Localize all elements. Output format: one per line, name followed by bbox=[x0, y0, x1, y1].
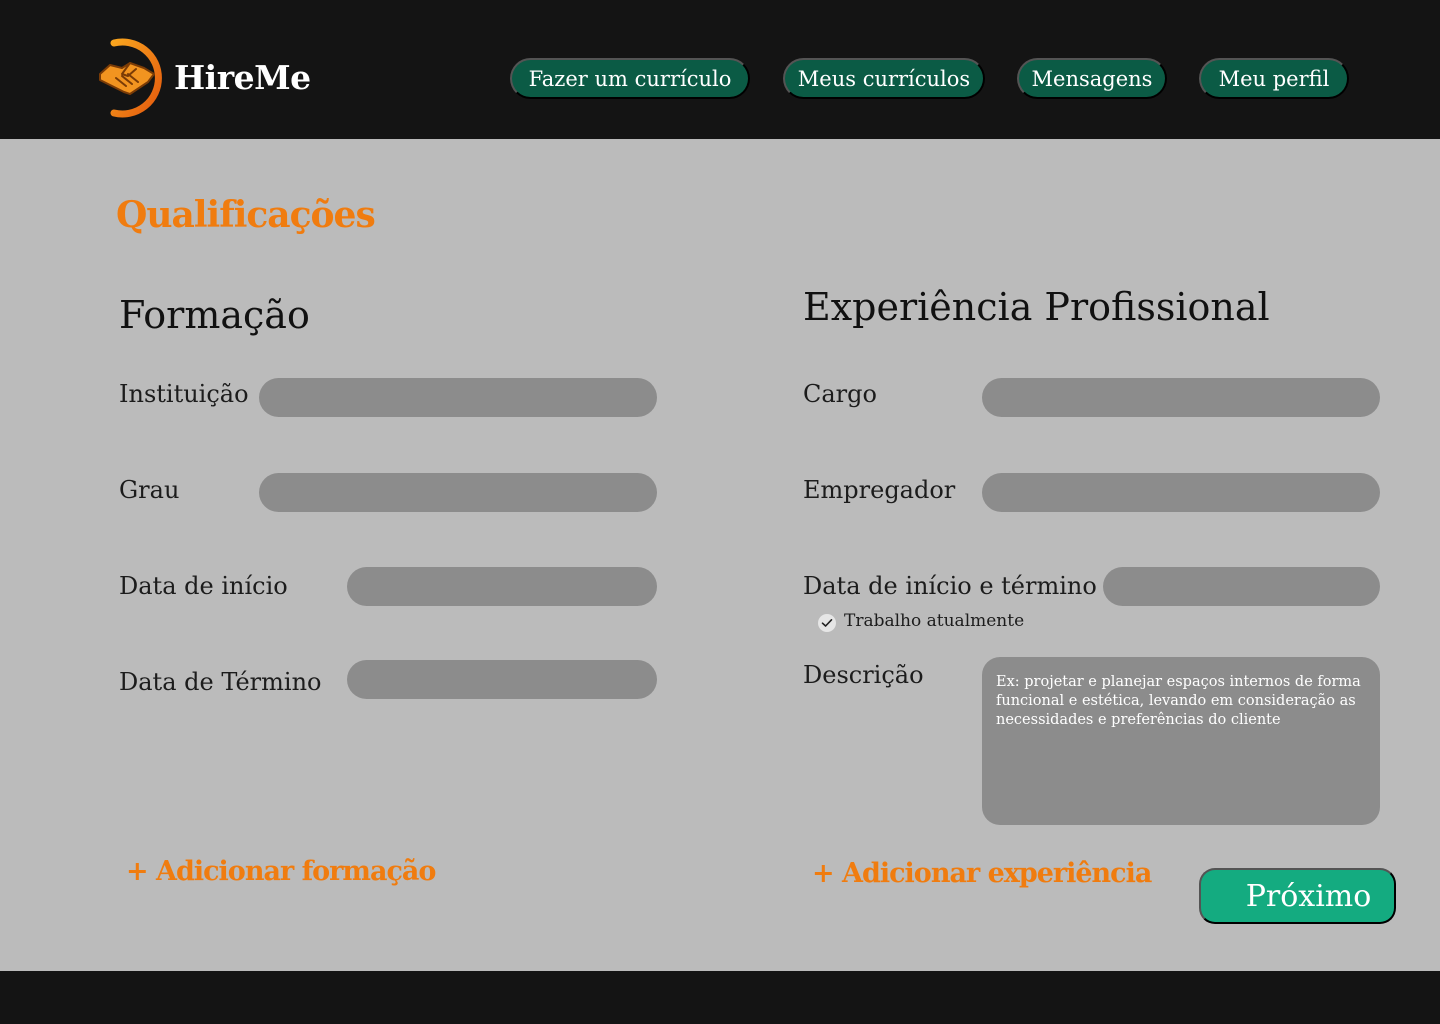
current-job-checkbox[interactable] bbox=[818, 614, 836, 632]
institution-label: Instituição bbox=[119, 380, 249, 408]
education-start-date-label: Data de início bbox=[119, 572, 288, 600]
add-education-link[interactable]: + Adicionar formação bbox=[126, 856, 436, 887]
description-label: Descrição bbox=[803, 661, 924, 689]
add-experience-link[interactable]: + Adicionar experiência bbox=[812, 858, 1152, 889]
next-button[interactable]: Próximo bbox=[1199, 868, 1396, 924]
nav-my-resumes-button[interactable]: Meus currículos bbox=[783, 58, 985, 99]
nav-messages-button[interactable]: Mensagens bbox=[1017, 58, 1167, 99]
degree-label: Grau bbox=[119, 476, 180, 504]
qualifications-form-area bbox=[0, 139, 1440, 971]
experience-date-range-label: Data de início e término bbox=[803, 572, 1097, 600]
job-title-label: Cargo bbox=[803, 380, 877, 408]
current-job-label: Trabalho atualmente bbox=[844, 611, 1025, 631]
education-section-title: Formação bbox=[119, 293, 310, 337]
degree-input[interactable] bbox=[259, 473, 657, 512]
top-navigation-bar: HireMe Fazer um currículo Meus currículo… bbox=[0, 0, 1440, 139]
page-title: Qualificações bbox=[116, 194, 376, 236]
description-textarea[interactable]: Ex: projetar e planejar espaços internos… bbox=[982, 657, 1380, 825]
footer-bar bbox=[0, 971, 1440, 1024]
education-start-date-input[interactable] bbox=[347, 567, 657, 606]
nav-my-profile-button[interactable]: Meu perfil bbox=[1199, 58, 1349, 99]
education-end-date-input[interactable] bbox=[347, 660, 657, 699]
nav-create-resume-button[interactable]: Fazer um currículo bbox=[510, 58, 750, 99]
job-title-input[interactable] bbox=[982, 378, 1380, 417]
brand-name[interactable]: HireMe bbox=[174, 58, 311, 97]
checkmark-icon bbox=[821, 619, 833, 627]
employer-input[interactable] bbox=[982, 473, 1380, 512]
education-end-date-label: Data de Término bbox=[119, 668, 322, 696]
experience-section-title: Experiência Profissional bbox=[803, 285, 1270, 329]
institution-input[interactable] bbox=[259, 378, 657, 417]
employer-label: Empregador bbox=[803, 476, 956, 504]
handshake-icon[interactable] bbox=[96, 38, 166, 118]
experience-date-range-input[interactable] bbox=[1103, 567, 1380, 606]
